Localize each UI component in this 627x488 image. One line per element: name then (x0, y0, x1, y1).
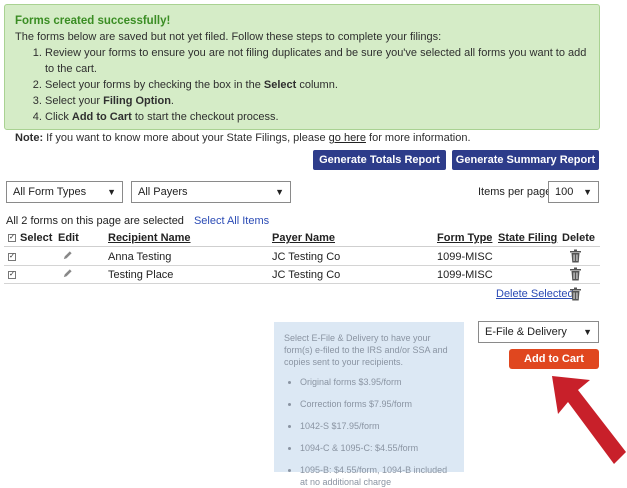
notice-step-3: Select your Filing Option. (45, 93, 589, 109)
items-per-page-label: Items per page: (478, 186, 555, 198)
row-checkbox[interactable]: ✓ (8, 271, 16, 279)
select-all-link[interactable]: Select All Items (194, 215, 269, 227)
pencil-icon[interactable] (62, 250, 73, 264)
header-edit: Edit (58, 232, 79, 244)
header-recipient-name[interactable]: Recipient Name (108, 232, 191, 244)
select-all-checkbox[interactable]: ✓ (8, 234, 16, 242)
promo-item: Correction forms $7.95/form (300, 398, 454, 410)
promo-item: 1094-C & 1095-C: $4.55/form (300, 442, 454, 454)
table-row: ✓ Anna Testing JC Testing Co 1099-MISC (4, 248, 600, 266)
trash-icon[interactable] (569, 267, 582, 284)
header-form-type[interactable]: Form Type (437, 232, 492, 244)
trash-icon[interactable] (569, 287, 582, 304)
notice-title: Forms created successfully! (15, 15, 171, 27)
trash-icon[interactable] (569, 249, 582, 266)
efile-promo-box: Select E-File & Delivery to have your fo… (274, 322, 464, 487)
form-type-select[interactable]: All Form Types ▼ (6, 181, 123, 203)
form-type: 1099-MISC (437, 269, 493, 281)
table-header: ✓ Select Edit Recipient Name Payer Name … (4, 229, 600, 247)
promo-price-list: Original forms $3.95/form Correction for… (284, 376, 454, 488)
chevron-down-icon: ▼ (275, 187, 284, 197)
promo-item: 1042-S $17.95/form (300, 420, 454, 432)
chevron-down-icon: ▼ (583, 187, 592, 197)
form-type: 1099-MISC (437, 251, 493, 263)
header-delete: Delete (562, 232, 596, 244)
selection-status: All 2 forms on this page are selected Sel… (6, 215, 270, 227)
pencil-icon[interactable] (62, 268, 73, 282)
header-payer-name[interactable]: Payer Name (272, 232, 335, 244)
notice-note: Note: If you want to know more about you… (15, 132, 471, 144)
filing-option-select[interactable]: E-File & Delivery ▼ (478, 321, 599, 343)
delete-selected-link[interactable]: Delete Selected (496, 288, 574, 300)
success-notice: Forms created successfully! The forms be… (4, 4, 600, 144)
notice-steps: Review your forms to ensure you are not … (15, 45, 589, 125)
generate-totals-report-button[interactable]: Generate Totals Report (313, 150, 446, 170)
state-filings-link[interactable]: go here (329, 132, 366, 144)
recipient-name: Anna Testing (108, 251, 172, 263)
header-state-filing[interactable]: State Filing (498, 232, 557, 244)
row-checkbox[interactable]: ✓ (8, 253, 16, 261)
promo-text: Select E-File & Delivery to have your fo… (284, 333, 448, 367)
payer-name: JC Testing Co (272, 251, 341, 263)
notice-intro: The forms below are saved but not yet fi… (15, 31, 442, 43)
chevron-down-icon: ▼ (107, 187, 116, 197)
chevron-down-icon: ▼ (583, 327, 592, 337)
generate-summary-report-button[interactable]: Generate Summary Report (452, 150, 599, 170)
promo-item: 1095-B: $4.55/form, 1094-B included at n… (300, 464, 454, 488)
add-to-cart-button[interactable]: Add to Cart (509, 349, 599, 369)
table-row: ✓ Testing Place JC Testing Co 1099-MISC (4, 266, 600, 284)
notice-step-1: Review your forms to ensure you are not … (45, 45, 589, 77)
red-arrow-icon (552, 376, 626, 464)
notice-step-4: Click Add to Cart to start the checkout … (45, 109, 589, 125)
payer-select[interactable]: All Payers ▼ (131, 181, 291, 203)
notice-step-2: Select your forms by checking the box in… (45, 77, 589, 93)
promo-item: Original forms $3.95/form (300, 376, 454, 388)
header-select: Select (20, 232, 53, 244)
payer-name: JC Testing Co (272, 269, 341, 281)
recipient-name: Testing Place (108, 269, 174, 281)
items-per-page-select[interactable]: 100 ▼ (548, 181, 599, 203)
